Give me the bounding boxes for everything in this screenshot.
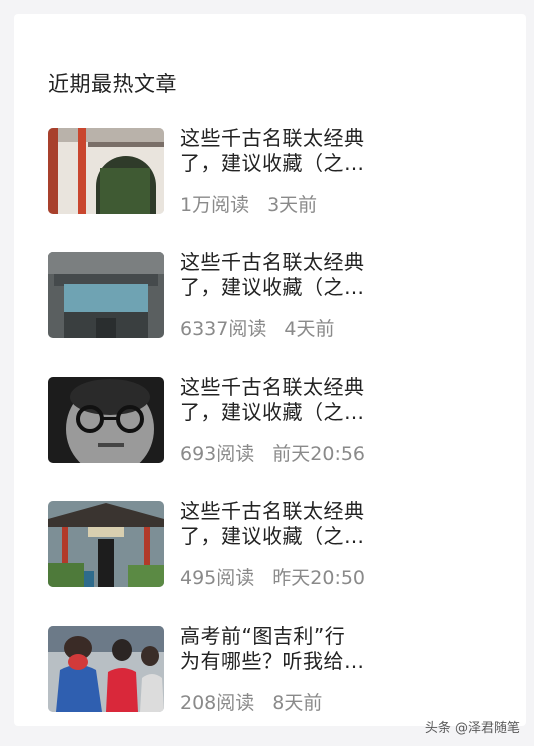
article-meta: 1万阅读 3天前 [180,190,317,217]
read-count: 693阅读 [180,443,255,465]
article-thumbnail[interactable] [48,626,164,712]
article-title[interactable]: 这些千古名联太经典 了，建议收藏（之… [180,499,405,549]
read-count: 6337阅读 [180,318,267,340]
read-count: 208阅读 [180,692,255,714]
read-count: 495阅读 [180,567,255,589]
article-meta: 495阅读 昨天20:50 [180,563,365,590]
publish-time: 8天前 [272,692,323,714]
article-title[interactable]: 高考前“图吉利”行 为有哪些？听我给… [180,624,405,674]
article-item[interactable]: 这些千古名联太经典 了，建议收藏（之… 495阅读 昨天20:50 [48,499,408,591]
article-thumbnail[interactable] [48,501,164,587]
read-count: 1万阅读 [180,194,250,216]
section-title: 近期最热文章 [48,72,177,96]
publish-time: 3天前 [267,194,318,216]
hot-articles-card [14,14,526,726]
article-thumbnail[interactable] [48,377,164,463]
article-title[interactable]: 这些千古名联太经典 了，建议收藏（之… [180,250,405,300]
article-title[interactable]: 这些千古名联太经典 了，建议收藏（之… [180,126,405,176]
article-meta: 208阅读 8天前 [180,688,322,715]
watermark: 头条 @泽君随笔 [424,721,520,736]
article-meta: 693阅读 前天20:56 [180,439,365,466]
article-item[interactable]: 这些千古名联太经典 了，建议收藏（之… 6337阅读 4天前 [48,250,408,342]
publish-time: 4天前 [284,318,335,340]
article-item[interactable]: 这些千古名联太经典 了，建议收藏（之… 1万阅读 3天前 [48,126,408,218]
publish-time: 昨天20:50 [272,567,366,589]
article-thumbnail[interactable] [48,252,164,338]
article-item[interactable]: 这些千古名联太经典 了，建议收藏（之… 693阅读 前天20:56 [48,375,408,467]
article-thumbnail[interactable] [48,128,164,214]
article-meta: 6337阅读 4天前 [180,314,334,341]
publish-time: 前天20:56 [272,443,366,465]
article-item[interactable]: 高考前“图吉利”行 为有哪些？听我给… 208阅读 8天前 [48,624,408,716]
article-title[interactable]: 这些千古名联太经典 了，建议收藏（之… [180,375,405,425]
